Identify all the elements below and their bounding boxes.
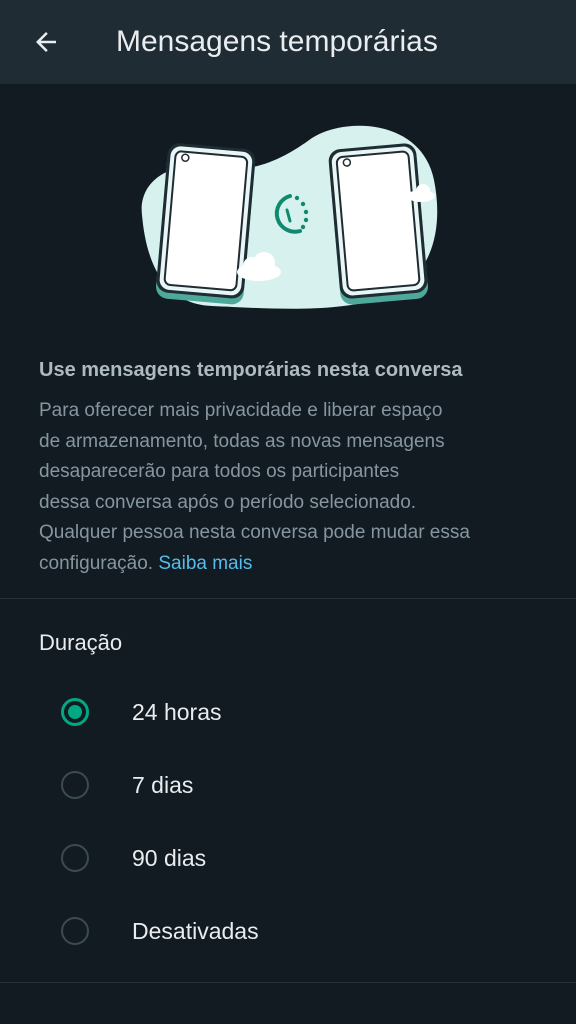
description-line: Qualquer pessoa nesta conversa pode muda… xyxy=(39,522,470,543)
back-button[interactable] xyxy=(26,22,66,62)
description-line: configuração. xyxy=(39,552,154,574)
radio-button[interactable] xyxy=(61,844,89,872)
description-text: Para oferecer mais privacidade e liberar… xyxy=(39,396,539,579)
option-label: 90 dias xyxy=(132,845,207,871)
page-title: Mensagens temporárias xyxy=(116,25,438,58)
radio-button-selected[interactable] xyxy=(61,698,89,726)
option-24-hours[interactable]: 24 horas xyxy=(0,678,576,751)
section-heading: Use mensagens temporárias nesta conversa xyxy=(39,359,463,381)
description-last-line: configuração. Saiba mais xyxy=(39,549,539,580)
radio-button[interactable] xyxy=(61,771,89,799)
description-line: Para oferecer mais privacidade e liberar… xyxy=(39,400,443,421)
divider xyxy=(0,598,576,599)
duration-label: Duração xyxy=(39,630,123,655)
right-phone-icon xyxy=(328,143,428,305)
description-line: desaparecerão para todos os participante… xyxy=(39,461,400,482)
option-90-days[interactable]: 90 dias xyxy=(0,824,576,897)
option-disabled[interactable]: Desativadas xyxy=(0,897,576,970)
learn-more-link[interactable]: Saiba mais xyxy=(158,553,252,574)
left-phone-icon xyxy=(156,143,256,305)
disappearing-messages-illustration xyxy=(132,120,444,320)
option-7-days[interactable]: 7 dias xyxy=(0,751,576,824)
back-arrow-icon xyxy=(36,32,56,52)
option-label: 7 dias xyxy=(132,772,194,798)
option-label: 24 horas xyxy=(132,699,222,725)
radio-button[interactable] xyxy=(61,917,89,945)
divider xyxy=(0,982,576,983)
app-bar: Mensagens temporárias xyxy=(0,0,576,84)
description-line: dessa conversa após o período selecionad… xyxy=(39,491,417,513)
description-line: de armazenamento, todas as novas mensage… xyxy=(39,430,445,452)
option-label: Desativadas xyxy=(132,918,259,944)
